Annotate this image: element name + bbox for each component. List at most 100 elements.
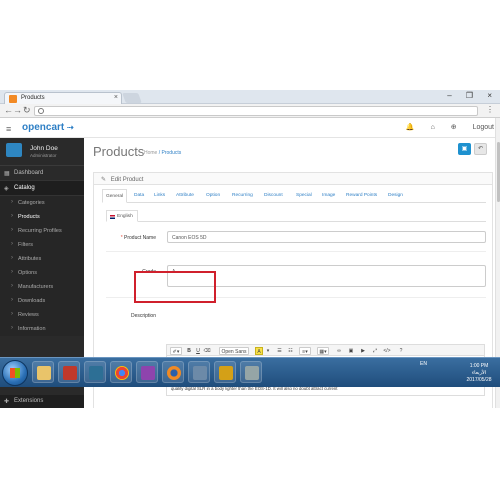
image-icon[interactable]: ▣ — [347, 347, 355, 355]
color-dropdown-icon[interactable]: ▾ — [265, 347, 271, 355]
tag-icon: ◈ — [4, 186, 9, 192]
help-icon[interactable]: ⊕ — [451, 124, 457, 131]
pencil-icon: ✎ — [101, 177, 107, 183]
admin-header: ≡ opencart ⇢ 🔔 ⌂ ⊕ Logout — [0, 118, 500, 138]
app-icon — [219, 366, 233, 380]
sidebar-item-dashboard[interactable]: ▦ Dashboard — [0, 166, 84, 181]
link-icon[interactable]: ∞ — [335, 347, 343, 355]
sidebar-item-catalog[interactable]: ◈ Catalog — [0, 181, 84, 196]
puzzle-icon: ✚ — [4, 399, 10, 405]
system-tray[interactable]: EN — [420, 361, 427, 367]
new-tab-button[interactable] — [122, 93, 142, 103]
start-button[interactable] — [2, 360, 28, 386]
font-family-value: Open Sans — [221, 349, 247, 355]
tab-attribute[interactable]: Attribute — [176, 189, 194, 203]
product-name-label: Product Name — [96, 235, 156, 241]
tab-close-icon[interactable]: × — [114, 94, 118, 101]
forward-arrow-icon[interactable]: → — [13, 105, 22, 115]
notification-bell-icon[interactable]: 🔔 — [406, 124, 415, 131]
taskbar-firefox[interactable] — [162, 361, 184, 383]
sidebar-item-label: Filters — [18, 242, 33, 248]
table-icon[interactable]: ▦▾ — [317, 347, 329, 355]
tab-general[interactable]: General — [102, 189, 128, 203]
sidebar-item-options[interactable]: Options — [0, 266, 84, 280]
eraser-icon[interactable]: ⌫ — [203, 347, 211, 355]
clock-day: الأربعاء — [471, 370, 487, 376]
tab-links[interactable]: Links — [154, 189, 165, 203]
browser-menu-icon[interactable]: ⋮ — [486, 105, 494, 114]
sidebar-item-filters[interactable]: Filters — [0, 238, 84, 252]
menu-toggle-icon[interactable]: ≡ — [6, 124, 11, 134]
window-controls[interactable]: – ❐ × — [447, 91, 498, 100]
avatar[interactable] — [6, 143, 22, 157]
opencart-favicon-icon — [9, 95, 17, 103]
app-icon — [141, 366, 155, 380]
taskbar-app[interactable] — [84, 361, 106, 383]
font-family-select[interactable]: Open Sans ▾ — [219, 347, 249, 363]
taskbar-app[interactable] — [136, 361, 158, 383]
fullscreen-icon[interactable]: ⤢ — [371, 347, 379, 355]
reload-icon[interactable]: ↻ — [23, 105, 31, 116]
tab-data[interactable]: Data — [134, 189, 144, 203]
tab-option[interactable]: Option — [206, 189, 220, 203]
tab-design[interactable]: Design — [388, 189, 403, 203]
code-view-icon[interactable]: </> — [383, 347, 391, 355]
sidebar-item-extensions[interactable]: ✚ Extensions — [0, 395, 84, 408]
back-button[interactable]: ↶ — [474, 143, 487, 155]
sidebar-item-manufacturers[interactable]: Manufacturers — [0, 280, 84, 294]
bullet-list-icon[interactable]: ☰ — [275, 347, 284, 355]
sidebar-item-downloads[interactable]: Downloads — [0, 294, 84, 308]
page-title: Products — [93, 144, 145, 159]
product-tabs: General Data Links Attribute Option Recu… — [102, 189, 486, 203]
dashboard-icon: ▦ — [4, 171, 10, 177]
page-info-icon[interactable] — [38, 108, 44, 114]
cart-logo-icon: ⇢ — [67, 123, 74, 132]
logout-link[interactable]: Logout — [473, 124, 494, 131]
underline-icon[interactable]: U — [194, 347, 202, 355]
language-indicator[interactable]: EN — [420, 361, 427, 367]
chrome-icon — [115, 366, 129, 380]
sidebar-item-label: Manufacturers — [18, 284, 54, 290]
back-arrow-icon[interactable]: ← — [4, 105, 13, 115]
opencart-logo[interactable]: opencart ⇢ — [22, 122, 74, 133]
text-color-icon[interactable]: A — [255, 347, 263, 355]
windows-logo-icon — [10, 368, 20, 378]
product-name-input[interactable]: Canon EOS 5D — [167, 231, 486, 243]
sidebar-item-products[interactable]: Products — [0, 210, 84, 224]
taskbar-clock[interactable]: 1:00 PM الأربعاء 2017/05/28 — [460, 363, 498, 384]
video-icon[interactable]: ▶ — [359, 347, 367, 355]
tab-image[interactable]: Image — [322, 189, 335, 203]
numbered-list-icon[interactable]: ☷ — [286, 347, 295, 355]
taskbar-filezilla[interactable] — [58, 361, 80, 383]
sidebar-item-reviews[interactable]: Reviews — [0, 308, 84, 322]
help-question-icon[interactable]: ? — [397, 347, 405, 355]
taskbar-file-explorer[interactable] — [32, 361, 54, 383]
browser-tab[interactable]: Products × — [4, 92, 122, 104]
tab-language-english[interactable]: English — [106, 210, 138, 222]
breadcrumb-home[interactable]: Home — [144, 150, 157, 156]
paragraph-align-icon[interactable]: ≡▾ — [299, 347, 311, 355]
home-icon[interactable]: ⌂ — [431, 124, 435, 131]
sidebar-item-recurring-profiles[interactable]: Recurring Profiles — [0, 224, 84, 238]
tab-title: Products — [21, 95, 45, 101]
sidebar-item-categories[interactable]: Categories — [0, 196, 84, 210]
uk-flag-icon — [110, 215, 115, 219]
breadcrumb-current[interactable]: Products — [162, 150, 182, 156]
taskbar-app[interactable] — [188, 361, 210, 383]
magic-wand-icon[interactable]: ✐▾ — [170, 347, 182, 355]
sidebar-item-attributes[interactable]: Attributes — [0, 252, 84, 266]
url-input[interactable] — [34, 106, 478, 116]
tab-recurring[interactable]: Recurring — [232, 189, 253, 203]
tab-reward-points[interactable]: Reward Points — [346, 189, 377, 203]
clock-date: 2017/05/28 — [466, 377, 492, 383]
tab-discount[interactable]: Discount — [264, 189, 283, 203]
taskbar-chrome[interactable] — [110, 361, 132, 383]
firefox-icon — [167, 366, 181, 380]
app-icon — [245, 366, 259, 380]
save-button[interactable]: ▣ — [458, 143, 471, 155]
taskbar-app[interactable] — [240, 361, 262, 383]
taskbar-app[interactable] — [214, 361, 236, 383]
bold-icon[interactable]: B — [185, 347, 193, 355]
tab-special[interactable]: Special — [296, 189, 312, 203]
sidebar-item-information[interactable]: Information — [0, 322, 84, 336]
